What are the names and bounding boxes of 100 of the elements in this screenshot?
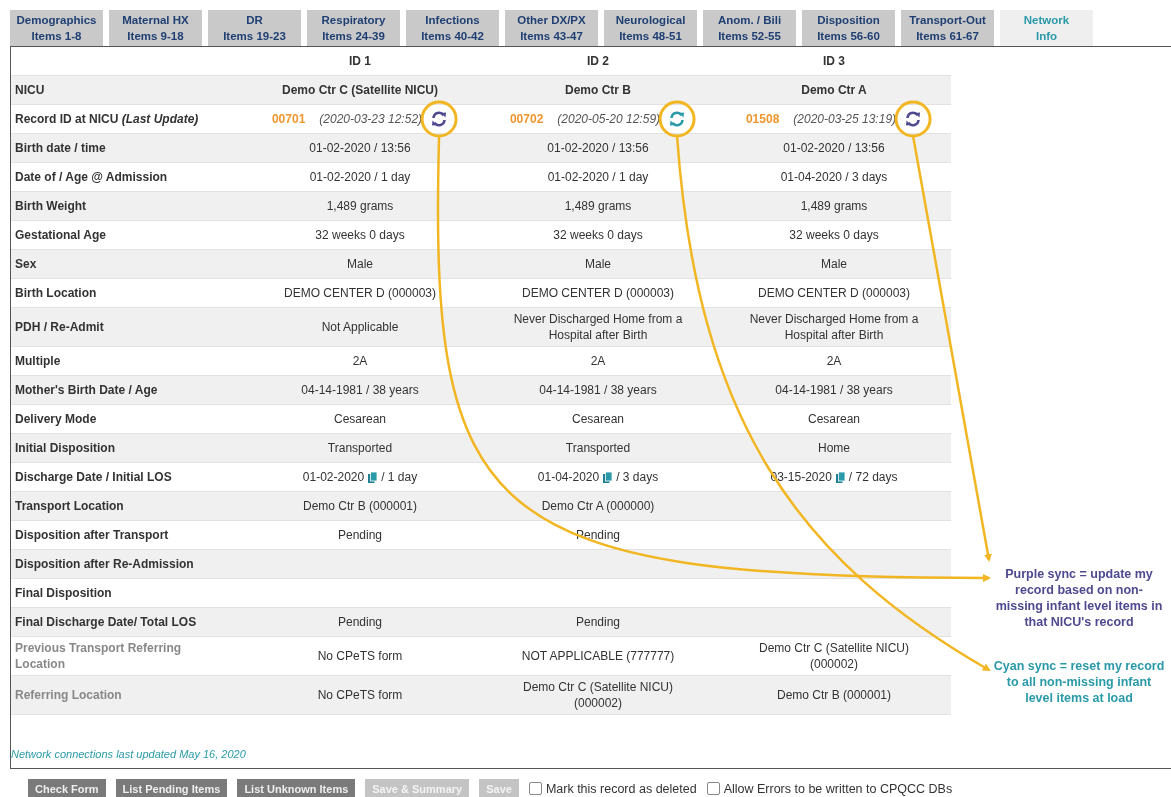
sync-icon[interactable] [668, 110, 687, 128]
copy-icon[interactable] [368, 471, 378, 483]
table-cell: Pending [575, 614, 620, 630]
record-id: 01508 [745, 111, 780, 127]
record-id: 00701 [271, 111, 306, 127]
annotation-note: Cyan sync = reset my record to all non-missing infant level items at load [993, 658, 1165, 706]
column-header: ID 2 [586, 54, 610, 68]
copy-icon[interactable] [835, 471, 845, 483]
section-tab[interactable]: Neurological Items 48-51 [604, 10, 697, 46]
row-label: NICU [14, 82, 46, 98]
section-tab[interactable]: Disposition Items 56-60 [802, 10, 895, 46]
table-cell: No CPeTS form [317, 648, 403, 664]
table-cell: Cesarean [572, 411, 624, 427]
row-label: Birth Weight [14, 198, 88, 214]
copy-icon[interactable] [603, 471, 613, 483]
table-cell: 2A [590, 353, 606, 369]
row-label: Final Discharge Date/ Total LOS [14, 614, 198, 630]
last-update-time: (2020-05-20 12:59) [557, 111, 661, 127]
section-tab[interactable]: Respiratory Items 24-39 [307, 10, 400, 46]
table-cell: Cesarean [808, 411, 860, 427]
discharge-date: 01-02-2020 [302, 469, 365, 485]
table-cell: Demo Ctr B (000001) [302, 498, 417, 514]
row-label: PDH / Re-Admit [14, 319, 105, 335]
row-label: Final Disposition [14, 585, 113, 601]
table-cell: DEMO CENTER D (000003) [757, 285, 910, 301]
table-cell: Demo Ctr B (000001) [776, 687, 891, 703]
table-cell: Pending [337, 527, 382, 543]
highlight-circle [894, 100, 932, 138]
last-update-time: (2020-03-25 13:19) [793, 111, 897, 127]
action-button[interactable]: Check Form [28, 779, 106, 797]
table-cell: 32 weeks 0 days [553, 227, 643, 243]
row-label: Record ID at NICU (Last Update) [14, 111, 200, 127]
highlight-circle [658, 100, 696, 138]
action-button[interactable]: List Unknown Items [237, 779, 356, 797]
table-cell: 1,489 grams [326, 198, 394, 214]
length-of-stay: / 3 days [616, 469, 659, 485]
table-cell: 04-14-1981 / 38 years [301, 382, 419, 398]
column-header: ID 3 [822, 54, 846, 68]
table-cell: 01-02-2020 / 1 day [547, 169, 649, 185]
checkbox-label: Allow Errors to be written to CPQCC DBs [723, 781, 953, 796]
checkbox[interactable] [706, 782, 720, 795]
table-cell: 04-14-1981 / 38 years [539, 382, 657, 398]
table-cell: Demo Ctr A (000000) [541, 498, 655, 514]
length-of-stay: / 72 days [848, 469, 898, 485]
table-cell: Pending [337, 614, 382, 630]
last-update-time: (2020-03-23 12:52) [319, 111, 423, 127]
table-cell: 01-02-2020 / 13:56 [309, 140, 411, 156]
row-label: Disposition after Transport [14, 527, 170, 543]
section-tab[interactable]: Maternal HX Items 9-18 [109, 10, 202, 46]
row-label: Referring Location [14, 687, 123, 703]
table-cell-text: Demo Ctr C (Satellite NICU) (000002) [758, 640, 910, 672]
checkbox-label: Mark this record as deleted [545, 781, 697, 796]
table-cell: 32 weeks 0 days [789, 227, 879, 243]
row-label: Initial Disposition [14, 440, 116, 456]
sync-icon[interactable] [904, 110, 923, 128]
annotation-note: Purple sync = update my record based on non-missing infant level items in that NICU's record [994, 566, 1164, 630]
table-cell: Male [821, 256, 847, 272]
checkbox[interactable] [528, 782, 542, 795]
column-header: ID 1 [348, 54, 372, 68]
table-cell: Not Applicable [321, 319, 399, 335]
table-cell: Home [818, 440, 850, 456]
section-tab[interactable]: DR Items 19-23 [208, 10, 301, 46]
table-cell: Demo Ctr A [801, 82, 867, 98]
action-button[interactable]: List Pending Items [115, 779, 228, 797]
table-cell: Cesarean [334, 411, 386, 427]
row-label: Sex [14, 256, 38, 272]
table-cell: Transported [565, 440, 631, 456]
table-cell: 1,489 grams [800, 198, 868, 214]
table-cell: Transported [327, 440, 393, 456]
row-label: Birth date / time [14, 140, 107, 156]
sync-icon[interactable] [430, 110, 449, 128]
table-cell: Male [347, 256, 373, 272]
table-cell: 01-02-2020 / 13:56 [783, 140, 885, 156]
row-label: Birth Location [14, 285, 98, 301]
table-cell-text: Never Discharged Home from a Hospital after Birth [748, 311, 920, 343]
row-label: Multiple [14, 353, 62, 369]
table-cell: 2A [352, 353, 368, 369]
table-cell: 32 weeks 0 days [315, 227, 405, 243]
table-cell: DEMO CENTER D (000003) [283, 285, 436, 301]
table-cell: Demo Ctr B [565, 82, 631, 98]
table-cell: Male [585, 256, 611, 272]
row-label: Date of / Age @ Admission [14, 169, 169, 185]
section-tab[interactable]: Anom. / Bili Items 52-55 [703, 10, 796, 46]
section-tab[interactable]: Infections Items 40-42 [406, 10, 499, 46]
last-updated-note: Network connections last updated May 16, 2020 [11, 748, 246, 760]
table-cell: DEMO CENTER D (000003) [521, 285, 674, 301]
table-cell: Demo Ctr C (Satellite NICU) [282, 82, 438, 98]
table-cell: 2A [826, 353, 842, 369]
row-label: Delivery Mode [14, 411, 98, 427]
table-cell: 1,489 grams [564, 198, 632, 214]
row-label: Disposition after Re-Admission [14, 556, 195, 572]
discharge-date: 01-04-2020 [537, 469, 600, 485]
length-of-stay: / 1 day [381, 469, 418, 485]
section-tab[interactable]: Demographics Items 1-8 [10, 10, 103, 46]
row-label: Transport Location [14, 498, 125, 514]
table-cell-text: Never Discharged Home from a Hospital after Birth [512, 311, 684, 343]
table-cell: 04-14-1981 / 38 years [775, 382, 893, 398]
row-label: Previous Transport Referring Location [14, 640, 183, 672]
section-tab[interactable]: Transport-Out Items 61-67 [901, 10, 994, 46]
section-tab[interactable]: Other DX/PX Items 43-47 [505, 10, 598, 46]
